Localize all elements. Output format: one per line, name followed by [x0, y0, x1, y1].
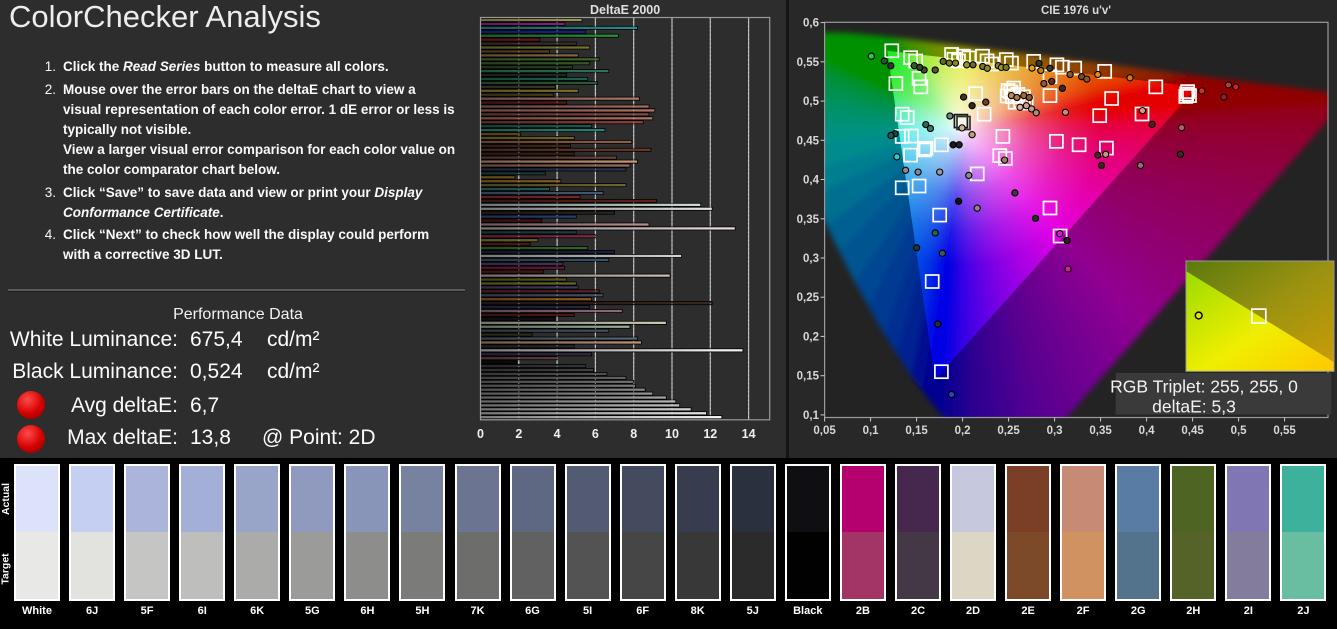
- svg-text:0,35: 0,35: [1089, 425, 1112, 437]
- svg-text:6: 6: [592, 427, 599, 441]
- svg-text:0,15: 0,15: [905, 425, 928, 437]
- svg-text:0,5: 0,5: [1231, 425, 1248, 437]
- svg-text:0,4: 0,4: [803, 175, 820, 187]
- svg-text:0,25: 0,25: [997, 425, 1020, 437]
- svg-text:0,05: 0,05: [813, 425, 836, 437]
- svg-text:12: 12: [703, 427, 717, 441]
- svg-text:14: 14: [742, 427, 756, 441]
- svg-text:0,3: 0,3: [803, 253, 819, 265]
- svg-text:0,15: 0,15: [797, 371, 820, 383]
- svg-text:0,45: 0,45: [1181, 425, 1204, 437]
- svg-text:8: 8: [630, 427, 637, 441]
- svg-text:10: 10: [665, 427, 679, 441]
- svg-text:RGB Triplet: 255, 255, 0: RGB Triplet: 255, 255, 0: [1110, 377, 1298, 397]
- svg-text:0: 0: [477, 427, 484, 441]
- svg-text:CIE 1976 u'v': CIE 1976 u'v': [1041, 5, 1111, 17]
- svg-text:0,55: 0,55: [1273, 425, 1296, 437]
- svg-text:0,25: 0,25: [797, 292, 820, 304]
- svg-text:0,2: 0,2: [803, 331, 819, 343]
- svg-text:DeltaE 2000: DeltaE 2000: [590, 3, 660, 17]
- svg-text:0,4: 0,4: [1139, 425, 1156, 437]
- svg-text:0,45: 0,45: [797, 135, 820, 147]
- svg-text:0,2: 0,2: [955, 425, 971, 437]
- svg-text:0,3: 0,3: [1047, 425, 1063, 437]
- svg-text:0,6: 0,6: [803, 18, 819, 30]
- svg-text:0,35: 0,35: [797, 214, 820, 226]
- svg-text:deltaE: 5,3: deltaE: 5,3: [1152, 397, 1236, 417]
- svg-text:0,1: 0,1: [803, 410, 820, 422]
- svg-text:0,55: 0,55: [797, 57, 820, 69]
- svg-text:0,5: 0,5: [803, 96, 820, 108]
- svg-text:2: 2: [515, 427, 522, 441]
- svg-text:4: 4: [554, 427, 561, 441]
- svg-text:0,1: 0,1: [863, 425, 880, 437]
